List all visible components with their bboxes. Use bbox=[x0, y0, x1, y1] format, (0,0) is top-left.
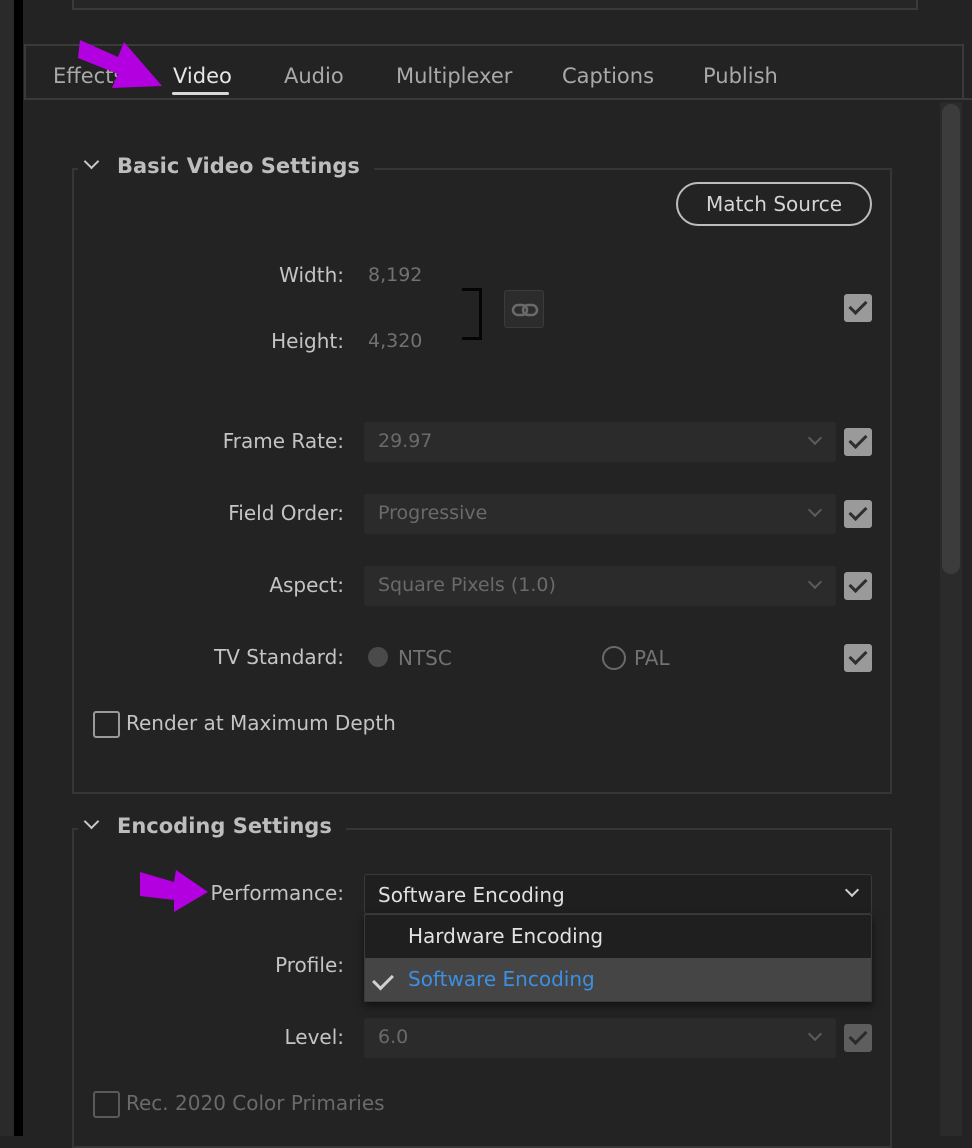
performance-select[interactable]: Software Encoding bbox=[364, 874, 872, 914]
ntsc-radio[interactable] bbox=[368, 647, 388, 667]
arrow-annotation bbox=[78, 40, 162, 88]
field-order-label: Field Order: bbox=[228, 501, 344, 525]
tab-audio[interactable]: Audio bbox=[284, 46, 344, 100]
panel-divider bbox=[14, 0, 23, 1136]
rec2020-checkbox[interactable] bbox=[93, 1091, 120, 1118]
aspect-label: Aspect: bbox=[269, 573, 344, 597]
checkmark-icon bbox=[848, 429, 868, 450]
level-value: 6.0 bbox=[378, 1026, 409, 1048]
field-order-checkbox[interactable] bbox=[844, 500, 872, 528]
basic-video-settings-title: Basic Video Settings bbox=[117, 154, 360, 178]
basic-video-settings-section bbox=[72, 168, 892, 794]
upper-panel-edge bbox=[72, 0, 918, 10]
menu-item-software-encoding[interactable]: Software Encoding bbox=[365, 958, 871, 1001]
performance-value: Software Encoding bbox=[378, 883, 565, 907]
link-icon[interactable] bbox=[504, 290, 544, 328]
menu-item-hardware-encoding[interactable]: Hardware Encoding bbox=[365, 915, 871, 958]
chevron-down-icon bbox=[807, 502, 823, 518]
menu-item-label: Hardware Encoding bbox=[408, 924, 604, 948]
match-source-button[interactable]: Match Source bbox=[676, 182, 872, 226]
tab-publish[interactable]: Publish bbox=[703, 46, 778, 100]
frame-rate-value: 29.97 bbox=[378, 430, 433, 452]
level-label: Level: bbox=[284, 1025, 344, 1049]
rec2020-label: Rec. 2020 Color Primaries bbox=[126, 1091, 385, 1115]
aspect-checkbox[interactable] bbox=[844, 572, 872, 600]
height-label: Height: bbox=[271, 329, 344, 353]
checkmark-icon bbox=[848, 645, 868, 666]
active-tab-indicator bbox=[172, 92, 229, 95]
tv-standard-label: TV Standard: bbox=[214, 645, 344, 669]
dimension-bracket bbox=[462, 288, 482, 340]
render-max-depth-checkbox[interactable] bbox=[93, 711, 120, 738]
aspect-value: Square Pixels (1.0) bbox=[378, 574, 556, 596]
tab-multiplexer[interactable]: Multiplexer bbox=[396, 46, 512, 100]
scrollbar-thumb[interactable] bbox=[942, 104, 960, 574]
field-order-value: Progressive bbox=[378, 502, 488, 524]
aspect-select[interactable]: Square Pixels (1.0) bbox=[364, 566, 836, 606]
left-panel-edge bbox=[0, 0, 14, 1136]
tab-bar-divider bbox=[24, 98, 972, 100]
pal-label: PAL bbox=[634, 646, 670, 670]
tv-standard-checkbox[interactable] bbox=[844, 644, 872, 672]
pal-radio[interactable] bbox=[602, 646, 626, 670]
chevron-down-icon bbox=[807, 430, 823, 446]
checkmark-icon bbox=[848, 573, 868, 594]
tab-captions[interactable]: Captions bbox=[562, 46, 654, 100]
basic-video-settings-header[interactable]: Basic Video Settings bbox=[78, 153, 374, 178]
frame-rate-checkbox[interactable] bbox=[844, 428, 872, 456]
encoding-settings-header[interactable]: Encoding Settings bbox=[78, 813, 346, 838]
width-field[interactable]: 8,192 bbox=[368, 264, 422, 286]
menu-item-label: Software Encoding bbox=[408, 967, 595, 991]
chevron-down-icon[interactable] bbox=[83, 153, 100, 170]
ntsc-label: NTSC bbox=[398, 646, 452, 670]
encoding-settings-title: Encoding Settings bbox=[117, 814, 332, 838]
render-max-depth-label: Render at Maximum Depth bbox=[126, 711, 396, 735]
field-order-select[interactable]: Progressive bbox=[364, 494, 836, 534]
chevron-down-icon bbox=[844, 882, 860, 898]
chevron-down-icon[interactable] bbox=[83, 813, 100, 830]
level-checkbox[interactable] bbox=[844, 1024, 872, 1052]
frame-rate-label: Frame Rate: bbox=[222, 429, 344, 453]
width-label: Width: bbox=[279, 263, 344, 287]
checkmark-icon bbox=[848, 1025, 868, 1046]
chevron-down-icon bbox=[807, 574, 823, 590]
checkmark-icon bbox=[372, 968, 394, 991]
checkmark-icon bbox=[848, 295, 868, 316]
performance-dropdown-menu: Hardware Encoding Software Encoding bbox=[364, 914, 872, 1002]
profile-label: Profile: bbox=[275, 953, 344, 977]
dimensions-checkbox[interactable] bbox=[844, 294, 872, 322]
height-field[interactable]: 4,320 bbox=[368, 330, 422, 352]
chevron-down-icon bbox=[807, 1026, 823, 1042]
checkmark-icon bbox=[848, 501, 868, 522]
arrow-annotation bbox=[140, 870, 208, 912]
level-select[interactable]: 6.0 bbox=[364, 1018, 836, 1058]
frame-rate-select[interactable]: 29.97 bbox=[364, 422, 836, 462]
